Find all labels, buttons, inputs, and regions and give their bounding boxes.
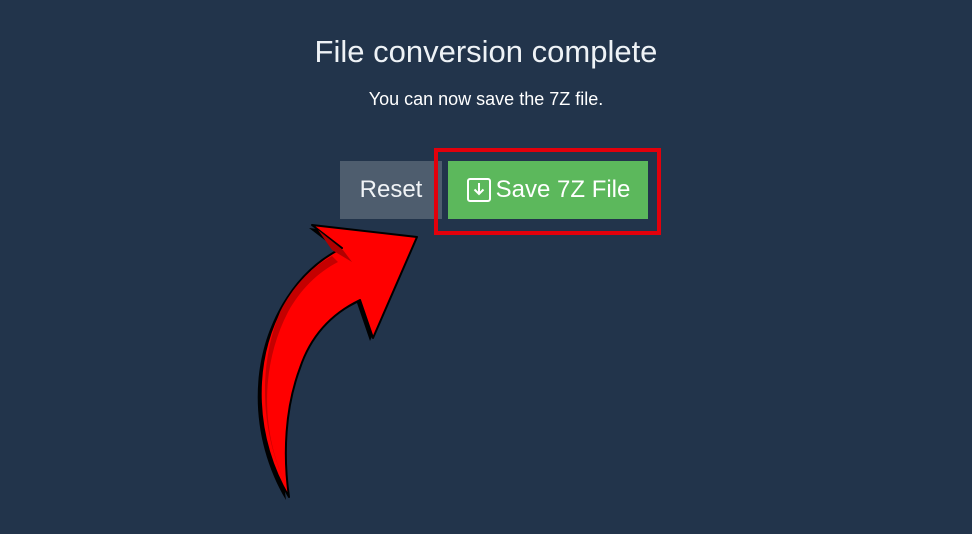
reset-button[interactable]: Reset (340, 161, 442, 219)
save-file-button[interactable]: Save 7Z File (448, 161, 648, 219)
page-subtitle: You can now save the 7Z file. (368, 89, 604, 109)
page-title: File conversion complete (314, 34, 658, 69)
reset-button-label: Reset (359, 176, 423, 203)
save-file-button-label: Save 7Z File (495, 176, 631, 203)
curved-arrow-pointer-icon (257, 224, 418, 500)
download-box-icon (466, 177, 492, 203)
